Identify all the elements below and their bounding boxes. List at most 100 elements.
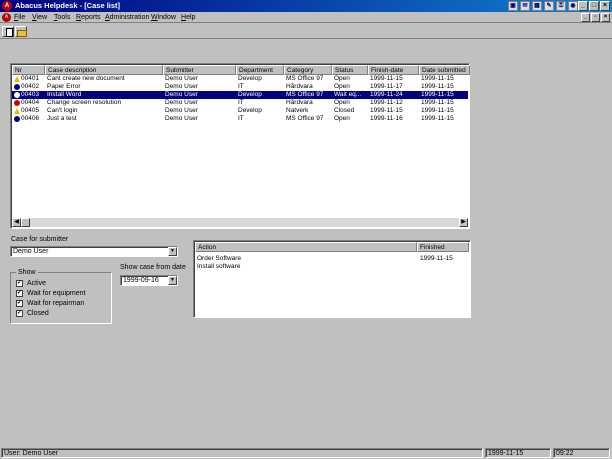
list-item[interactable]: Install software <box>197 262 467 271</box>
warning-icon <box>14 108 20 114</box>
case-list-table[interactable]: Nr Case description Submitter Department… <box>10 63 470 229</box>
cell-category: MS Office 97 <box>286 75 324 82</box>
cell-submitter: Demo User <box>165 75 198 82</box>
cell-nr: 00405 <box>21 107 40 114</box>
column-header-finish-date[interactable]: Finish-date <box>368 65 419 75</box>
cell-date-submitted: 1999-11-15 <box>421 115 454 122</box>
menu-view[interactable]: View <box>32 13 47 22</box>
cell-nr: 00406 <box>21 115 40 122</box>
checkbox-label: Closed <box>27 310 49 317</box>
show-filter-group: Show ✓ Active ✓ Wait for equipment ✓ Wai… <box>10 268 112 324</box>
maximize-icon[interactable]: □ <box>589 1 599 11</box>
menu-window[interactable]: Window <box>151 13 176 22</box>
tray-app-icon-2[interactable]: ✉ <box>520 1 530 11</box>
child-close-icon[interactable]: × <box>601 13 610 22</box>
system-tray: ▣ ✉ ▦ ✎ ⚿ ◉ <box>508 1 578 11</box>
error-icon <box>14 100 20 106</box>
table-row[interactable]: 00405 Can't login Demo User Develop Natv… <box>12 107 468 115</box>
from-date-value: 1999-09-16 <box>123 277 159 284</box>
cell-nr: 00402 <box>21 83 40 90</box>
status-bar: User: Demo User 1999-11-15 09:22 <box>0 447 612 459</box>
menu-bar: A File View Tools Reports Administration… <box>0 12 612 23</box>
column-header-finished[interactable]: Finished <box>417 242 469 252</box>
column-header-category[interactable]: Category <box>284 65 332 75</box>
cell-finish-date: 1999-11-17 <box>370 83 403 90</box>
scroll-left-icon[interactable]: ◀ <box>12 218 21 227</box>
cell-description: Install Word <box>47 91 82 98</box>
menu-help[interactable]: Help <box>181 13 195 22</box>
cell-status: Closed <box>334 107 355 114</box>
cell-department: Develop <box>238 91 262 98</box>
actions-table[interactable]: Action Finished Order Software 1999-11-1… <box>193 240 471 318</box>
minimize-icon[interactable]: _ <box>578 1 588 11</box>
tray-app-icon-3[interactable]: ▦ <box>532 1 542 11</box>
app-icon[interactable]: A <box>2 1 12 11</box>
menu-tools[interactable]: Tools <box>54 13 70 22</box>
title-bar: A Abacus Helpdesk - [Case list] ▣ ✉ ▦ ✎ … <box>0 0 612 12</box>
checkbox-check-icon[interactable]: ✓ <box>16 300 23 307</box>
show-group-label: Show <box>16 268 38 277</box>
document-icon[interactable]: A <box>2 13 11 22</box>
cell-category: Hårdvara <box>286 99 313 106</box>
table-row[interactable]: 00406 Just a test Demo User IT MS Office… <box>12 115 468 123</box>
from-date-picker[interactable]: 1999-09-16 ▼ <box>120 275 178 286</box>
horizontal-scrollbar[interactable]: ◀ ▶ <box>12 218 468 227</box>
status-date: 1999-11-15 <box>485 448 551 458</box>
menu-administration[interactable]: Administration <box>105 13 149 22</box>
cell-finish-date: 1999-11-12 <box>370 99 403 106</box>
column-header-description[interactable]: Case description <box>45 65 163 75</box>
checkbox-check-icon[interactable]: ✓ <box>16 310 23 317</box>
column-header-department[interactable]: Department <box>236 65 284 75</box>
cell-department: IT <box>238 115 244 122</box>
tray-app-icon-6[interactable]: ◉ <box>568 1 578 11</box>
checkbox-check-icon[interactable]: ✓ <box>16 280 23 287</box>
cell-description: Cant create new document <box>47 75 125 82</box>
cell-category: Natverk <box>286 107 309 114</box>
tray-app-icon-1[interactable]: ▣ <box>508 1 518 11</box>
column-header-date-submitted[interactable]: Date submitted <box>419 65 470 75</box>
checkbox-check-icon[interactable]: ✓ <box>16 290 23 297</box>
column-header-nr[interactable]: Nr <box>12 65 45 75</box>
column-header-action[interactable]: Action <box>195 242 417 252</box>
chevron-down-icon[interactable]: ▼ <box>168 276 177 285</box>
cell-date-submitted: 1999-11-15 <box>421 91 454 98</box>
column-header-status[interactable]: Status <box>332 65 368 75</box>
scroll-right-icon[interactable]: ▶ <box>459 218 468 227</box>
submitter-dropdown[interactable]: Demo User ▼ <box>10 246 178 257</box>
cell-date-submitted: 1999-11-15 <box>421 107 454 114</box>
child-restore-icon[interactable]: ▫ <box>591 13 600 22</box>
submitter-value: Demo User <box>13 248 49 255</box>
cell-department: Develop <box>238 75 262 82</box>
submitter-label: Case for submitter <box>11 236 69 243</box>
menu-reports[interactable]: Reports <box>76 13 101 22</box>
scroll-thumb[interactable] <box>21 218 30 227</box>
cell-status: Open <box>334 83 350 90</box>
cell-submitter: Demo User <box>165 99 198 106</box>
table-row[interactable]: 00401 Cant create new document Demo User… <box>12 75 468 83</box>
cell-finish-date: 1999-11-16 <box>370 115 403 122</box>
cell-nr: 00404 <box>21 99 40 106</box>
chevron-down-icon[interactable]: ▼ <box>168 247 177 256</box>
info-icon <box>14 92 20 98</box>
close-icon[interactable]: × <box>600 1 610 11</box>
cell-department: Develop <box>238 107 262 114</box>
warning-icon <box>14 76 20 82</box>
column-header-submitter[interactable]: Submitter <box>163 65 236 75</box>
cell-status: Open <box>334 115 350 122</box>
table-row[interactable]: 00402 Paper Error Demo User IT Hårdvara … <box>12 83 468 91</box>
tray-app-icon-4[interactable]: ✎ <box>544 1 554 11</box>
child-minimize-icon[interactable]: _ <box>581 13 590 22</box>
tray-app-icon-5[interactable]: ⚿ <box>556 1 566 11</box>
cell-submitter: Demo User <box>165 83 198 90</box>
menu-file[interactable]: File <box>14 13 25 22</box>
table-row[interactable]: 00404 Change screen resolution Demo User… <box>12 99 468 107</box>
cell-category: Hårdvara <box>286 83 313 90</box>
new-document-icon[interactable] <box>2 26 14 37</box>
checkbox-label: Wait for repairman <box>27 300 85 307</box>
info-icon <box>14 116 20 122</box>
open-folder-icon[interactable] <box>15 26 27 37</box>
table-row-selected[interactable]: 00403 Install Word Demo User Develop MS … <box>12 91 468 99</box>
cell-category: MS Office 97 <box>286 115 324 122</box>
cell-nr: 00401 <box>21 75 40 82</box>
action-text: Install software <box>197 263 241 270</box>
